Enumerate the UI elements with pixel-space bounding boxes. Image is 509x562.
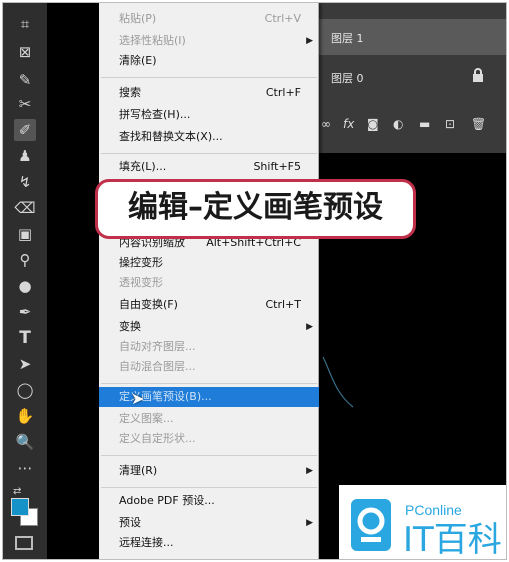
pconline-watermark: PConline IT百科	[339, 485, 506, 560]
type-tool-icon[interactable]: T	[14, 327, 36, 349]
eyedropper-tool-icon[interactable]: ✎	[14, 69, 36, 91]
menu-item-spell-check[interactable]: 拼写检查(H)...	[99, 105, 319, 125]
brush-tool-icon[interactable]: ✐	[14, 119, 36, 141]
menu-item-fill[interactable]: 填充(L)... Shift+F5	[99, 157, 319, 177]
layer-name: 图层 1	[331, 32, 364, 45]
submenu-arrow-icon: ▶	[306, 466, 313, 476]
dodge-tool-icon[interactable]: ●	[14, 275, 36, 297]
submenu-arrow-icon: ▶	[306, 322, 313, 332]
edit-menu: 粘贴(P) Ctrl+V 选择性粘贴(I) ▶ 清除(E) 搜索 Ctrl+F …	[99, 3, 319, 559]
adjustment-layer-icon[interactable]: ◐	[393, 117, 403, 131]
menu-separator	[101, 77, 317, 78]
layers-panel: 图层 1 图层 0 ∞ fx ◙ ◐ ▬ ⊡ 🗑	[313, 3, 506, 153]
menu-item-find-replace[interactable]: 查找和替换文本(X)...	[99, 127, 319, 147]
menu-item-puppet-warp[interactable]: 操控变形	[99, 253, 319, 273]
menu-item-search[interactable]: 搜索 Ctrl+F	[99, 83, 319, 103]
healing-brush-tool-icon[interactable]: ✂	[14, 93, 36, 115]
submenu-arrow-icon: ▶	[306, 36, 313, 46]
menu-separator	[101, 383, 317, 384]
layer-name: 图层 0	[331, 72, 364, 85]
ellipse-tool-icon[interactable]: ◯	[14, 379, 36, 401]
crop-tool-icon[interactable]: ⌗	[14, 13, 36, 35]
new-group-icon[interactable]: ▬	[419, 117, 430, 131]
menu-item-transform[interactable]: 变换 ▶	[99, 317, 319, 337]
menu-item-auto-blend-layers[interactable]: 自动混合图层...	[99, 357, 319, 377]
submenu-arrow-icon: ▶	[306, 518, 313, 528]
menu-item-presets[interactable]: 预设 ▶	[99, 513, 319, 533]
foreground-color-swatch[interactable]	[11, 498, 29, 516]
menu-item-define-custom-shape[interactable]: 定义自定形状...	[99, 429, 319, 449]
screenshot-frame: ⌗ ⊠ ✎ ✂ ✐ ♟ ↯ ⌫ ▣ ⚲ ● ✒ T ➤ ◯ ✋ 🔍 ⋯ ⇄ 图层…	[2, 2, 507, 560]
zoom-tool-icon[interactable]: 🔍	[14, 431, 36, 453]
menu-item-clear[interactable]: 清除(E)	[99, 51, 319, 71]
more-tools-icon[interactable]: ⋯	[14, 457, 36, 479]
svg-text:IT百科: IT百科	[403, 520, 502, 560]
layers-panel-toolbar: ∞ fx ◙ ◐ ▬ ⊡ 🗑	[313, 111, 506, 139]
hand-tool-icon[interactable]: ✋	[14, 405, 36, 427]
quick-mask-icon[interactable]	[15, 536, 33, 550]
caption-banner: 编辑–定义画笔预设	[95, 179, 416, 239]
lock-icon	[472, 68, 484, 84]
link-layers-icon[interactable]: ∞	[321, 117, 331, 131]
menu-item-paste-special[interactable]: 选择性粘贴(I) ▶	[99, 31, 319, 51]
menu-separator	[101, 455, 317, 456]
menu-item-remote-connections[interactable]: 远程连接...	[99, 533, 319, 553]
eraser-tool-icon[interactable]: ⌫	[14, 197, 36, 219]
mouse-pointer-icon: ➤	[131, 389, 145, 408]
pen-tool-icon[interactable]: ✒	[14, 301, 36, 323]
brush-stroke	[322, 356, 354, 408]
menu-item-purge[interactable]: 清理(R) ▶	[99, 461, 319, 481]
pconline-logo-icon: PConline IT百科	[351, 499, 502, 560]
menu-item-paste[interactable]: 粘贴(P) Ctrl+V	[99, 9, 319, 29]
layer-style-icon[interactable]: fx	[343, 117, 354, 131]
history-brush-tool-icon[interactable]: ↯	[14, 171, 36, 193]
menu-item-free-transform[interactable]: 自由变换(F) Ctrl+T	[99, 295, 319, 315]
layer-row[interactable]: 图层 0	[313, 59, 506, 95]
blur-tool-icon[interactable]: ⚲	[14, 249, 36, 271]
frame-tool-icon[interactable]: ⊠	[14, 41, 36, 63]
menu-item-perspective-warp[interactable]: 透视变形	[99, 273, 319, 293]
gradient-tool-icon[interactable]: ▣	[14, 223, 36, 245]
delete-layer-icon[interactable]: 🗑	[471, 117, 486, 131]
swap-colors-icon[interactable]: ⇄	[13, 486, 21, 497]
tools-panel: ⌗ ⊠ ✎ ✂ ✐ ♟ ↯ ⌫ ▣ ⚲ ● ✒ T ➤ ◯ ✋ 🔍 ⋯ ⇄	[3, 3, 47, 559]
layer-row[interactable]: 图层 1	[313, 19, 506, 55]
svg-text:PConline: PConline	[405, 502, 462, 518]
menu-item-define-pattern[interactable]: 定义图案...	[99, 409, 319, 429]
menu-item-auto-align-layers[interactable]: 自动对齐图层...	[99, 337, 319, 357]
add-mask-icon[interactable]: ◙	[367, 117, 379, 131]
menu-separator	[101, 487, 317, 488]
menu-separator	[101, 153, 317, 154]
menu-item-adobe-pdf-presets[interactable]: Adobe PDF 预设...	[99, 491, 319, 511]
new-layer-icon[interactable]: ⊡	[445, 117, 455, 131]
path-selection-tool-icon[interactable]: ➤	[14, 353, 36, 375]
stamp-tool-icon[interactable]: ♟	[14, 145, 36, 167]
